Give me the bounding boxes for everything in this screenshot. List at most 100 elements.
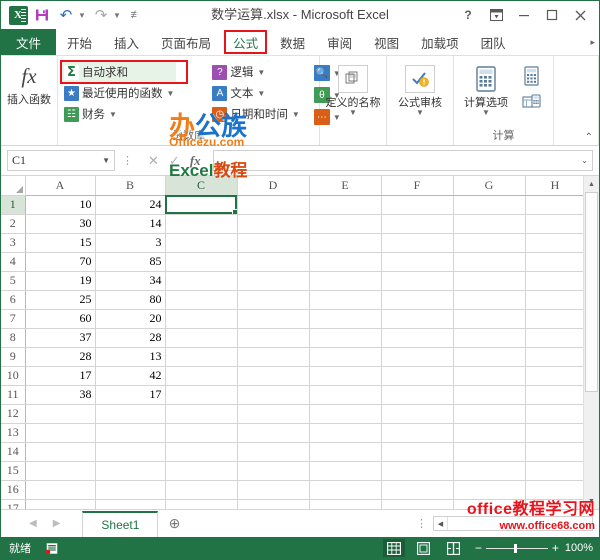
datetime-button[interactable]: ◷ 日期和时间 ▼	[210, 104, 301, 124]
name-box[interactable]: C1 ▼	[7, 150, 115, 171]
row-header[interactable]: 5	[1, 271, 25, 290]
cell-a11[interactable]: 38	[25, 385, 95, 404]
cell-e10[interactable]	[309, 366, 381, 385]
cell-h9[interactable]	[525, 347, 583, 366]
cell-c2[interactable]	[165, 214, 237, 233]
tab-data[interactable]: 数据	[269, 29, 316, 55]
row-header[interactable]: 12	[1, 404, 25, 423]
cell-e9[interactable]	[309, 347, 381, 366]
cell-f17[interactable]	[381, 499, 453, 509]
cell-h1[interactable]	[525, 195, 583, 214]
cell-h17[interactable]	[525, 499, 583, 509]
cell-b1[interactable]: 24	[95, 195, 165, 214]
redo-button[interactable]: ↷	[90, 5, 112, 25]
cell-a12[interactable]	[25, 404, 95, 423]
column-header-a[interactable]: A	[25, 176, 95, 195]
close-button[interactable]	[567, 4, 593, 26]
cell-a2[interactable]: 30	[25, 214, 95, 233]
cell-g9[interactable]	[453, 347, 525, 366]
cell-b6[interactable]: 80	[95, 290, 165, 309]
cell-f13[interactable]	[381, 423, 453, 442]
cell-c14[interactable]	[165, 442, 237, 461]
add-sheet-button[interactable]: ⊕	[158, 515, 190, 532]
vertical-scroll-thumb[interactable]	[585, 192, 598, 392]
column-header-b[interactable]: B	[95, 176, 165, 195]
cell-d4[interactable]	[237, 252, 309, 271]
cell-b15[interactable]	[95, 461, 165, 480]
undo-dropdown[interactable]: ▼	[79, 5, 88, 25]
cell-d1[interactable]	[237, 195, 309, 214]
cell-e11[interactable]	[309, 385, 381, 404]
row-header[interactable]: 15	[1, 461, 25, 480]
cell-f16[interactable]	[381, 480, 453, 499]
cell-h2[interactable]	[525, 214, 583, 233]
next-sheet-button[interactable]: ▶	[53, 518, 61, 529]
sheet-tab-sheet1[interactable]: Sheet1	[82, 511, 158, 538]
select-all-button[interactable]	[1, 176, 25, 195]
text-button[interactable]: A 文本 ▼	[210, 83, 301, 103]
sheet-split-handle[interactable]: ⋮	[416, 517, 433, 530]
cell-a10[interactable]: 17	[25, 366, 95, 385]
page-break-view-button[interactable]	[443, 539, 465, 557]
zoom-knob[interactable]	[514, 544, 517, 553]
recent-functions-button[interactable]: ★ 最近使用的函数 ▼	[62, 83, 176, 103]
cell-e17[interactable]	[309, 499, 381, 509]
row-header[interactable]: 6	[1, 290, 25, 309]
cell-e1[interactable]	[309, 195, 381, 214]
tab-file[interactable]: 文件	[1, 29, 56, 55]
cell-e2[interactable]	[309, 214, 381, 233]
cell-h15[interactable]	[525, 461, 583, 480]
cell-h6[interactable]	[525, 290, 583, 309]
cell-g3[interactable]	[453, 233, 525, 252]
cell-d8[interactable]	[237, 328, 309, 347]
logical-button[interactable]: ? 逻辑 ▼	[210, 62, 301, 82]
row-header[interactable]: 16	[1, 480, 25, 499]
cell-f5[interactable]	[381, 271, 453, 290]
cell-b12[interactable]	[95, 404, 165, 423]
cell-g5[interactable]	[453, 271, 525, 290]
cell-b8[interactable]: 28	[95, 328, 165, 347]
column-header-e[interactable]: E	[309, 176, 381, 195]
cell-d2[interactable]	[237, 214, 309, 233]
cell-c1[interactable]	[165, 195, 237, 214]
cell-d17[interactable]	[237, 499, 309, 509]
cell-d3[interactable]	[237, 233, 309, 252]
cell-c12[interactable]	[165, 404, 237, 423]
cell-h11[interactable]	[525, 385, 583, 404]
cell-h16[interactable]	[525, 480, 583, 499]
customize-qat-button[interactable]: ≢	[125, 5, 147, 25]
cell-b13[interactable]	[95, 423, 165, 442]
cell-c16[interactable]	[165, 480, 237, 499]
cell-d10[interactable]	[237, 366, 309, 385]
cell-d14[interactable]	[237, 442, 309, 461]
tab-team[interactable]: 团队	[470, 29, 517, 55]
column-header-f[interactable]: F	[381, 176, 453, 195]
cell-c13[interactable]	[165, 423, 237, 442]
cell-g12[interactable]	[453, 404, 525, 423]
cell-e16[interactable]	[309, 480, 381, 499]
cell-d15[interactable]	[237, 461, 309, 480]
cell-a8[interactable]: 37	[25, 328, 95, 347]
cell-d7[interactable]	[237, 309, 309, 328]
cell-c10[interactable]	[165, 366, 237, 385]
cell-e8[interactable]	[309, 328, 381, 347]
row-header[interactable]: 8	[1, 328, 25, 347]
cell-a5[interactable]: 19	[25, 271, 95, 290]
redo-dropdown[interactable]: ▼	[114, 5, 123, 25]
row-header[interactable]: 4	[1, 252, 25, 271]
prev-sheet-button[interactable]: ◀	[29, 518, 37, 529]
tab-formulas[interactable]: 公式	[222, 29, 269, 55]
cell-f8[interactable]	[381, 328, 453, 347]
cell-d12[interactable]	[237, 404, 309, 423]
cell-g11[interactable]	[453, 385, 525, 404]
cancel-formula-button[interactable]: ✕	[148, 153, 159, 169]
cell-a9[interactable]: 28	[25, 347, 95, 366]
cell-f14[interactable]	[381, 442, 453, 461]
cell-f1[interactable]	[381, 195, 453, 214]
cell-f7[interactable]	[381, 309, 453, 328]
cell-d16[interactable]	[237, 480, 309, 499]
cell-g6[interactable]	[453, 290, 525, 309]
cell-d13[interactable]	[237, 423, 309, 442]
cell-e5[interactable]	[309, 271, 381, 290]
cell-b4[interactable]: 85	[95, 252, 165, 271]
